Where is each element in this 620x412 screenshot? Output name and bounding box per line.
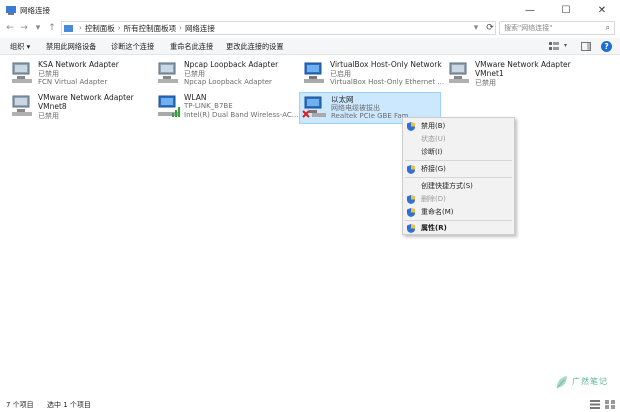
title-bar: 网络连接 — ☐ ✕ (0, 0, 620, 20)
adapter-ksa[interactable]: KSA Network Adapter 已禁用 FCN Virtual Adap… (10, 60, 150, 90)
breadcrumb-item-all-items[interactable]: 所有控制面板项 (124, 23, 177, 34)
view-dropdown-icon[interactable]: ▾ (564, 42, 567, 49)
watermark-logo: 广然笔记 (555, 372, 615, 400)
window-title: 网络连接 (20, 6, 50, 15)
menu-separator (405, 220, 512, 221)
adapter-name-line2: VMnet1 (475, 69, 504, 78)
breadcrumb[interactable]: › 控制面板 › 所有控制面板项 › 网络连接 (61, 21, 496, 35)
shield-icon (407, 224, 415, 233)
adapter-vmnet8[interactable]: VMware Network Adapter VMnet8 已禁用 (10, 93, 150, 123)
adapter-name: VMware Network Adapter (475, 60, 571, 69)
network-adapter-icon (158, 62, 178, 83)
control-panel-icon (64, 24, 73, 32)
menu-label: 属性(R) (421, 224, 447, 232)
menu-label: 重命名(M) (421, 208, 454, 216)
change-settings-button[interactable]: 更改此连接的设置 (226, 42, 284, 52)
back-button[interactable]: ← (4, 21, 16, 34)
adapter-name: KSA Network Adapter (38, 60, 119, 69)
address-bar: ← → ▾ ↑ › 控制面板 › 所有控制面板项 › 网络连接 ▾ ⟳ 搜索"网… (0, 20, 620, 36)
menu-item-rename[interactable]: 重命名(M) (403, 206, 514, 218)
ethernet-disconnected-icon (302, 96, 326, 118)
adapter-name: VMware Network Adapter (38, 93, 134, 102)
refresh-button[interactable]: ⟳ (484, 21, 496, 34)
adapter-vmnet1[interactable]: VMware Network Adapter VMnet1 已禁用 (447, 60, 587, 90)
network-adapter-icon (449, 62, 469, 83)
minimize-button[interactable]: — (512, 0, 548, 20)
shield-icon (407, 195, 415, 204)
adapter-name: Npcap Loopback Adapter (184, 60, 279, 69)
shield-icon (407, 208, 415, 217)
adapter-status: 已禁用 (475, 79, 496, 87)
adapter-name-line2: VMnet8 (38, 102, 67, 111)
adapter-name: WLAN (184, 93, 207, 102)
preview-pane-icon[interactable] (581, 42, 591, 51)
menu-item-status[interactable]: 状态(U) (403, 133, 514, 145)
search-input[interactable]: 搜索"网络连接" ⌕ (499, 21, 615, 35)
menu-item-create-shortcut[interactable]: 创建快捷方式(S) (403, 180, 514, 192)
details-view-icon[interactable] (590, 400, 600, 409)
menu-item-properties[interactable]: 属性(R) (403, 222, 514, 234)
adapter-status: TP-LINK_B7BE (184, 102, 233, 110)
recent-locations-button[interactable]: ▾ (32, 21, 44, 34)
adapter-name: VirtualBox Host-Only Network (330, 60, 442, 69)
maximize-button[interactable]: ☐ (548, 0, 584, 20)
adapter-device: FCN Virtual Adapter (38, 78, 108, 86)
network-adapter-icon (12, 62, 32, 83)
forward-button[interactable]: → (18, 21, 30, 34)
adapter-device: Intel(R) Dual Band Wireless-AC... (184, 111, 299, 119)
watermark-text: 广然笔记 (572, 377, 608, 386)
menu-separator (405, 160, 512, 161)
chevron-right-icon: › (117, 24, 121, 32)
search-icon: ⌕ (605, 23, 610, 32)
shield-icon (407, 165, 415, 174)
organize-menu[interactable]: 组织 ▾ (10, 42, 30, 52)
search-placeholder: 搜索"网络连接" (504, 24, 553, 32)
network-adapter-icon (12, 95, 32, 116)
diagnose-button[interactable]: 诊断这个连接 (111, 42, 154, 52)
breadcrumb-item-control-panel[interactable]: 控制面板 (85, 23, 115, 34)
view-options-icon[interactable] (549, 42, 559, 51)
chevron-right-icon: › (79, 24, 82, 32)
context-menu: 禁用(B) 状态(U) 诊断(I) 桥接(G) 创建快捷方式(S) 删除(D) … (402, 117, 515, 235)
menu-label: 删除(D) (421, 195, 446, 203)
rename-button[interactable]: 重命名此连接 (170, 42, 213, 52)
network-connections-icon (6, 6, 16, 15)
menu-item-disable[interactable]: 禁用(B) (403, 120, 514, 132)
close-button[interactable]: ✕ (584, 0, 620, 20)
adapter-wlan[interactable]: WLAN TP-LINK_B7BE Intel(R) Dual Band Wir… (156, 93, 299, 123)
command-bar: 组织 ▾ 禁用此网络设备 诊断这个连接 重命名此连接 更改此连接的设置 ▾ ? (0, 38, 620, 55)
menu-separator (405, 177, 512, 178)
help-button[interactable]: ? (601, 41, 612, 52)
adapter-device: Npcap Loopback Adapter (184, 78, 272, 86)
path-dropdown-button[interactable]: ▾ (470, 21, 482, 34)
adapter-virtualbox[interactable]: VirtualBox Host-Only Network 已启用 Virtual… (302, 60, 445, 90)
shield-icon (407, 122, 415, 131)
wifi-adapter-icon (158, 95, 180, 117)
network-adapter-enabled-icon (304, 62, 324, 83)
selected-count: 选中 1 个项目 (47, 401, 91, 409)
disable-device-button[interactable]: 禁用此网络设备 (46, 42, 96, 52)
menu-item-delete[interactable]: 删除(D) (403, 193, 514, 205)
leaf-logo-icon (556, 376, 567, 389)
menu-item-diagnose[interactable]: 诊断(I) (403, 146, 514, 158)
adapter-device: VirtualBox Host-Only Ethernet ... (330, 78, 445, 86)
menu-label: 桥接(G) (421, 165, 446, 173)
menu-item-bridge[interactable]: 桥接(G) (403, 163, 514, 175)
large-icons-view-icon[interactable] (605, 400, 615, 409)
status-bar: 7 个项目 选中 1 个项目 (0, 397, 620, 412)
adapter-device: Realtek PCIe GBE Fam (331, 112, 409, 120)
up-button[interactable]: ↑ (46, 21, 58, 34)
adapter-status: 已禁用 (38, 112, 59, 120)
adapter-npcap[interactable]: Npcap Loopback Adapter 已禁用 Npcap Loopbac… (156, 60, 296, 90)
chevron-right-icon: › (179, 24, 182, 32)
menu-label: 禁用(B) (421, 122, 446, 130)
breadcrumb-item-network[interactable]: 网络连接 (185, 23, 215, 34)
item-count: 7 个项目 (6, 401, 34, 409)
